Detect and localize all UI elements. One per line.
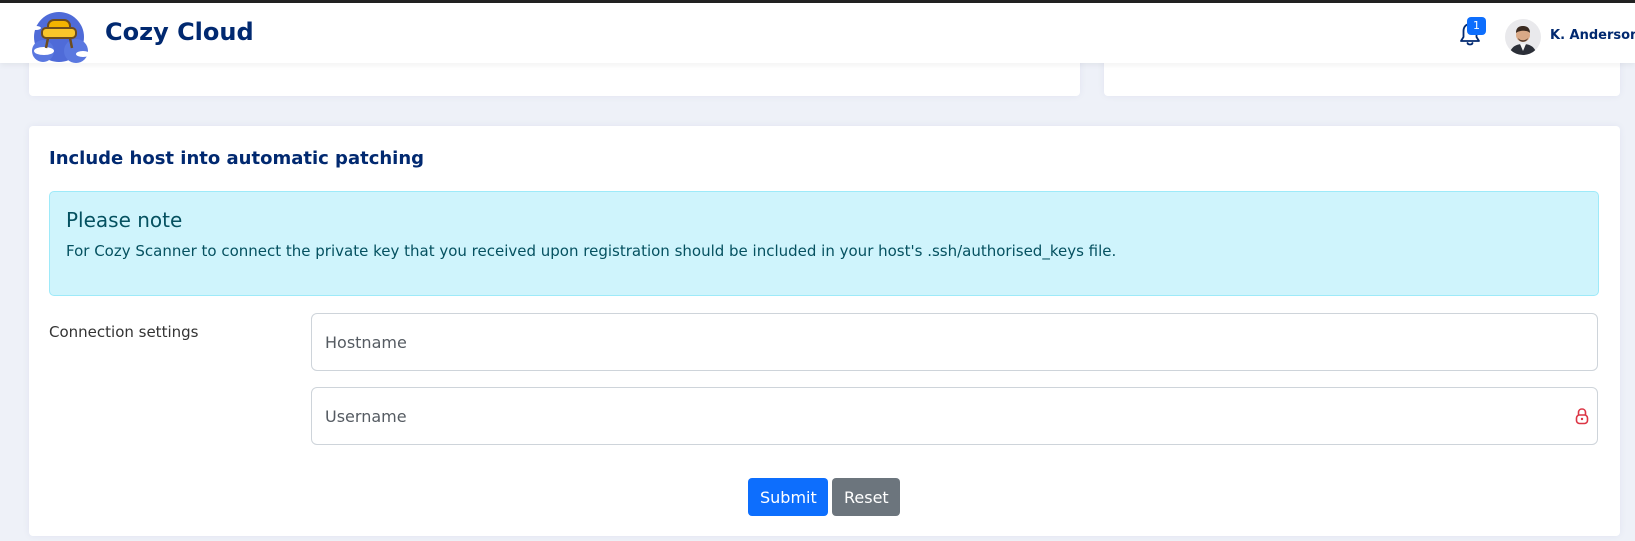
- username-input[interactable]: [311, 387, 1598, 445]
- alert-text: For Cozy Scanner to connect the private …: [66, 242, 1117, 260]
- connection-settings-label: Connection settings: [49, 323, 199, 341]
- user-name[interactable]: K. Anderson: [1550, 28, 1635, 43]
- info-alert: Please note For Cozy Scanner to connect …: [49, 191, 1599, 296]
- card-title: Include host into automatic patching: [49, 148, 425, 169]
- submit-button[interactable]: Submit: [748, 478, 828, 516]
- automatic-patching-card: Include host into automatic patching Ple…: [29, 126, 1620, 536]
- cloud-armchair-logo[interactable]: [26, 6, 96, 66]
- hostname-input[interactable]: [311, 313, 1598, 371]
- reset-button[interactable]: Reset: [832, 478, 900, 516]
- top-header: Cozy Cloud 1 K. Anderson: [0, 3, 1635, 63]
- password-manager-icon[interactable]: [1574, 407, 1590, 425]
- avatar[interactable]: [1505, 19, 1541, 55]
- alert-heading: Please note: [66, 208, 183, 232]
- notification-badge: 1: [1467, 17, 1486, 35]
- brand-name[interactable]: Cozy Cloud: [105, 18, 254, 46]
